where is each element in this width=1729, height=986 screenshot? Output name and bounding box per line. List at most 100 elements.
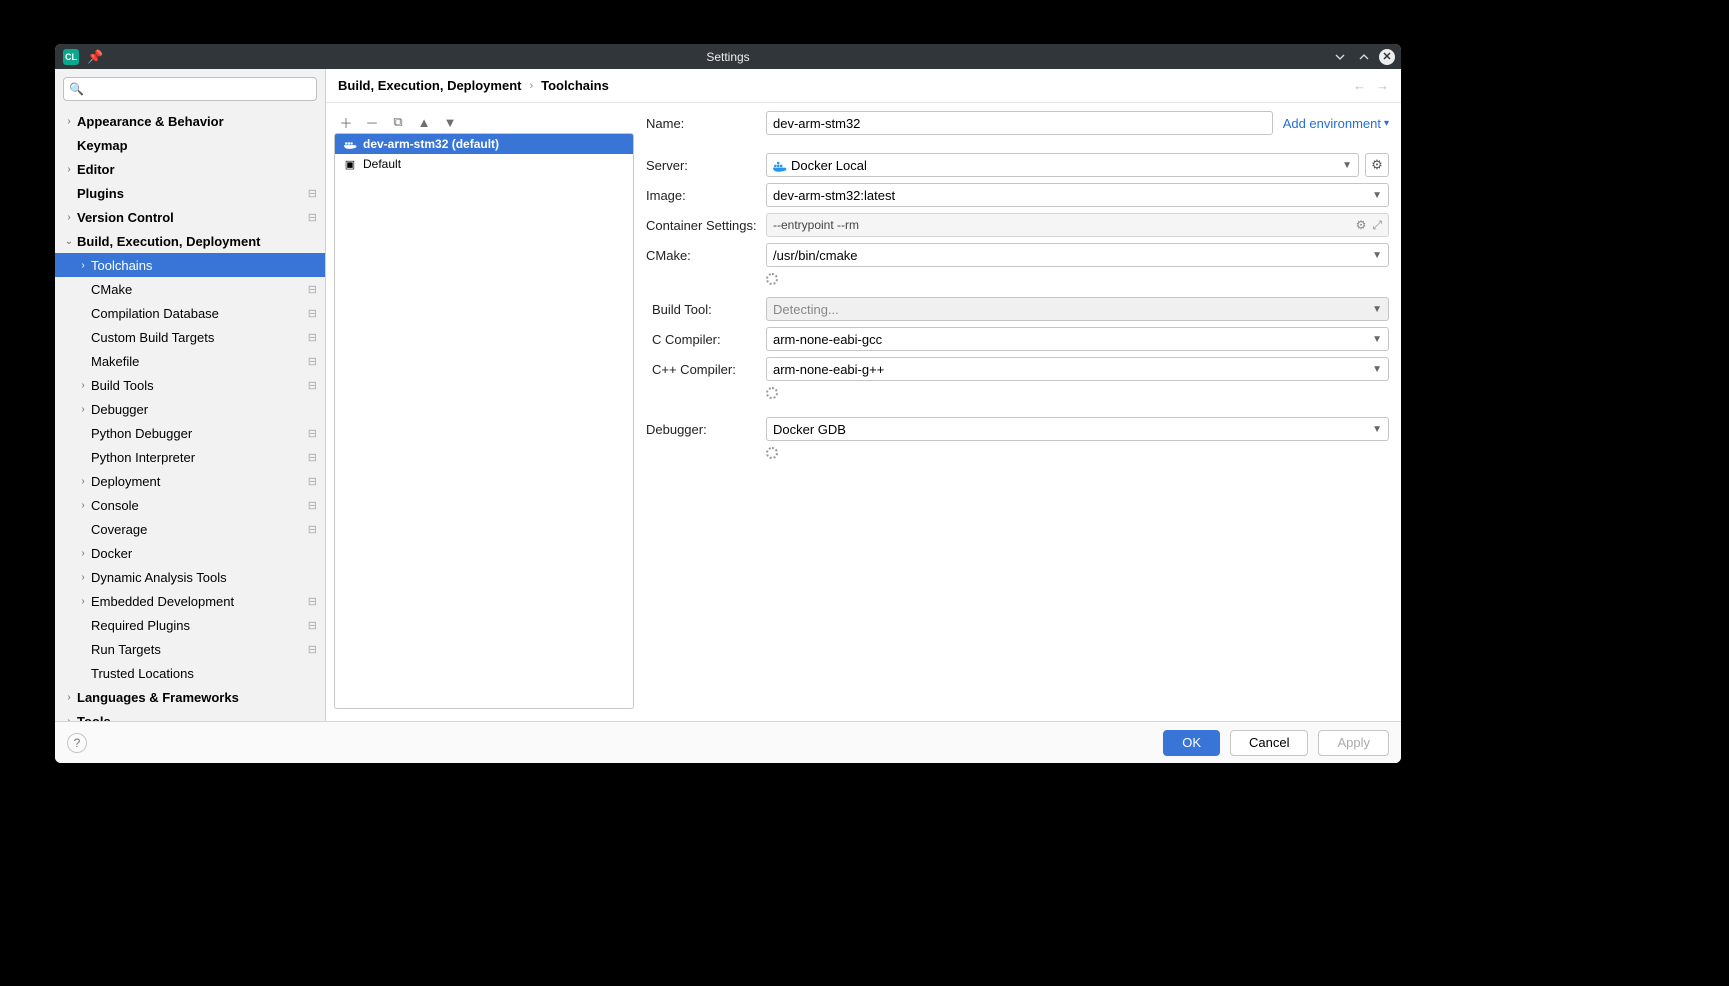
list-item-label: dev-arm-stm32 (default) <box>363 137 499 151</box>
tree-item-label: Dynamic Analysis Tools <box>89 570 325 585</box>
image-combo[interactable]: dev-arm-stm32:latest ▼ <box>766 183 1389 207</box>
tree-item[interactable]: ›Plugins⊟ <box>55 181 325 205</box>
tree-item[interactable]: ⌄Build, Execution, Deployment <box>55 229 325 253</box>
tree-item[interactable]: ›Keymap <box>55 133 325 157</box>
buildtool-combo[interactable]: Detecting... ▼ <box>766 297 1389 321</box>
search-field: 🔍 <box>63 77 317 101</box>
debugger-label: Debugger: <box>646 422 766 437</box>
toolchain-form: Name: Add environment ▾ Server: <box>646 111 1389 709</box>
tree-item[interactable]: ›Docker <box>55 541 325 565</box>
tree-item[interactable]: ›Debugger <box>55 397 325 421</box>
ok-button[interactable]: OK <box>1163 730 1220 756</box>
tree-item[interactable]: ›Compilation Database⊟ <box>55 301 325 325</box>
minimize-icon[interactable] <box>1331 48 1349 66</box>
tree-item[interactable]: ›CMake⊟ <box>55 277 325 301</box>
list-item[interactable]: ▣Default <box>335 154 633 174</box>
tree-item[interactable]: ›Trusted Locations <box>55 661 325 685</box>
cancel-button[interactable]: Cancel <box>1230 730 1308 756</box>
image-label: Image: <box>646 188 766 203</box>
toolchain-list-panel: ＋ － ⧉ ▲ ▼ dev-arm-stm32 (default) ▣Defaul… <box>334 111 634 709</box>
spinner-icon <box>766 447 778 459</box>
server-label: Server: <box>646 158 766 173</box>
tree-item-label: Embedded Development <box>89 594 308 609</box>
close-icon[interactable]: ✕ <box>1379 49 1395 65</box>
container-settings-field[interactable]: --entrypoint --rm ⚙ ⤢ <box>766 213 1389 237</box>
search-input[interactable] <box>63 77 317 101</box>
forward-icon[interactable]: → <box>1376 78 1389 93</box>
tree-item[interactable]: ›Tools <box>55 709 325 721</box>
tree-item[interactable]: ›Coverage⊟ <box>55 517 325 541</box>
tree-item[interactable]: ›Custom Build Targets⊟ <box>55 325 325 349</box>
list-toolbar: ＋ － ⧉ ▲ ▼ <box>334 111 634 133</box>
tree-item-label: Debugger <box>89 402 325 417</box>
tree-item-label: Version Control <box>75 210 308 225</box>
tree-item-label: Appearance & Behavior <box>75 114 325 129</box>
spinner-icon <box>766 273 778 285</box>
add-button[interactable]: ＋ <box>338 113 354 132</box>
chevron-right-icon: › <box>63 692 75 703</box>
tree-item[interactable]: ›Embedded Development⊟ <box>55 589 325 613</box>
project-scope-icon: ⊟ <box>308 451 317 464</box>
settings-sidebar: 🔍 ›Appearance & Behavior›Keymap›Editor›P… <box>55 69 326 721</box>
tree-item[interactable]: ›Editor <box>55 157 325 181</box>
name-input[interactable] <box>766 111 1273 135</box>
gear-icon[interactable]: ⚙ <box>1356 218 1367 233</box>
cmake-label: CMake: <box>646 248 766 263</box>
help-button[interactable]: ? <box>67 733 87 753</box>
tree-item-label: Deployment <box>89 474 308 489</box>
up-icon[interactable]: ▲ <box>416 115 432 130</box>
chevron-right-icon: › <box>77 500 89 511</box>
breadcrumb-part[interactable]: Build, Execution, Deployment <box>338 78 521 93</box>
project-scope-icon: ⊟ <box>308 355 317 368</box>
apply-button[interactable]: Apply <box>1318 730 1389 756</box>
server-settings-button[interactable]: ⚙ <box>1365 153 1389 177</box>
project-scope-icon: ⊟ <box>308 187 317 200</box>
project-scope-icon: ⊟ <box>308 331 317 344</box>
server-combo[interactable]: Docker Local ▼ <box>766 153 1359 177</box>
copy-button[interactable]: ⧉ <box>390 114 406 130</box>
container-settings-label: Container Settings: <box>646 218 766 233</box>
chevron-right-icon: › <box>63 164 75 175</box>
cmake-combo[interactable]: /usr/bin/cmake ▼ <box>766 243 1389 267</box>
tree-item[interactable]: ›Dynamic Analysis Tools <box>55 565 325 589</box>
tree-item[interactable]: ›Languages & Frameworks <box>55 685 325 709</box>
pin-icon[interactable]: 📌 <box>87 49 103 65</box>
tree-item[interactable]: ›Version Control⊟ <box>55 205 325 229</box>
tree-item-label: Build Tools <box>89 378 308 393</box>
tree-item[interactable]: ›Toolchains <box>55 253 325 277</box>
back-icon[interactable]: ← <box>1353 78 1366 93</box>
chevron-down-icon: ▼ <box>1372 250 1382 261</box>
tree-item[interactable]: ›Appearance & Behavior <box>55 109 325 133</box>
project-scope-icon: ⊟ <box>308 379 317 392</box>
tree-item[interactable]: ›Console⊟ <box>55 493 325 517</box>
c-compiler-combo[interactable]: arm-none-eabi-gcc ▼ <box>766 327 1389 351</box>
maximize-icon[interactable] <box>1355 48 1373 66</box>
chevron-right-icon: › <box>63 116 75 127</box>
toolchain-list[interactable]: dev-arm-stm32 (default) ▣Default <box>334 133 634 709</box>
project-scope-icon: ⊟ <box>308 499 317 512</box>
settings-tree[interactable]: ›Appearance & Behavior›Keymap›Editor›Plu… <box>55 109 325 721</box>
debugger-combo[interactable]: Docker GDB ▼ <box>766 417 1389 441</box>
gear-icon: ⚙ <box>1371 157 1383 173</box>
chevron-down-icon: ▼ <box>1372 334 1382 345</box>
tree-item-label: Custom Build Targets <box>89 330 308 345</box>
tree-item[interactable]: ›Build Tools⊟ <box>55 373 325 397</box>
tree-item[interactable]: ›Run Targets⊟ <box>55 637 325 661</box>
chevron-right-icon: › <box>63 716 75 722</box>
chevron-down-icon: ⌄ <box>63 236 75 247</box>
tree-item[interactable]: ›Makefile⊟ <box>55 349 325 373</box>
add-environment-link[interactable]: Add environment ▾ <box>1283 116 1389 131</box>
titlebar: CL 📌 Settings ✕ <box>55 44 1401 69</box>
down-icon[interactable]: ▼ <box>442 115 458 130</box>
tree-item[interactable]: ›Deployment⊟ <box>55 469 325 493</box>
remove-button[interactable]: － <box>364 113 380 132</box>
expand-icon[interactable]: ⤢ <box>1372 218 1382 233</box>
tree-item[interactable]: ›Python Debugger⊟ <box>55 421 325 445</box>
project-scope-icon: ⊟ <box>308 643 317 656</box>
chevron-down-icon: ▼ <box>1372 304 1382 315</box>
list-item[interactable]: dev-arm-stm32 (default) <box>335 134 633 154</box>
tree-item[interactable]: ›Python Interpreter⊟ <box>55 445 325 469</box>
tree-item[interactable]: ›Required Plugins⊟ <box>55 613 325 637</box>
breadcrumb: Build, Execution, Deployment › Toolchain… <box>326 69 1401 103</box>
cxx-compiler-combo[interactable]: arm-none-eabi-g++ ▼ <box>766 357 1389 381</box>
